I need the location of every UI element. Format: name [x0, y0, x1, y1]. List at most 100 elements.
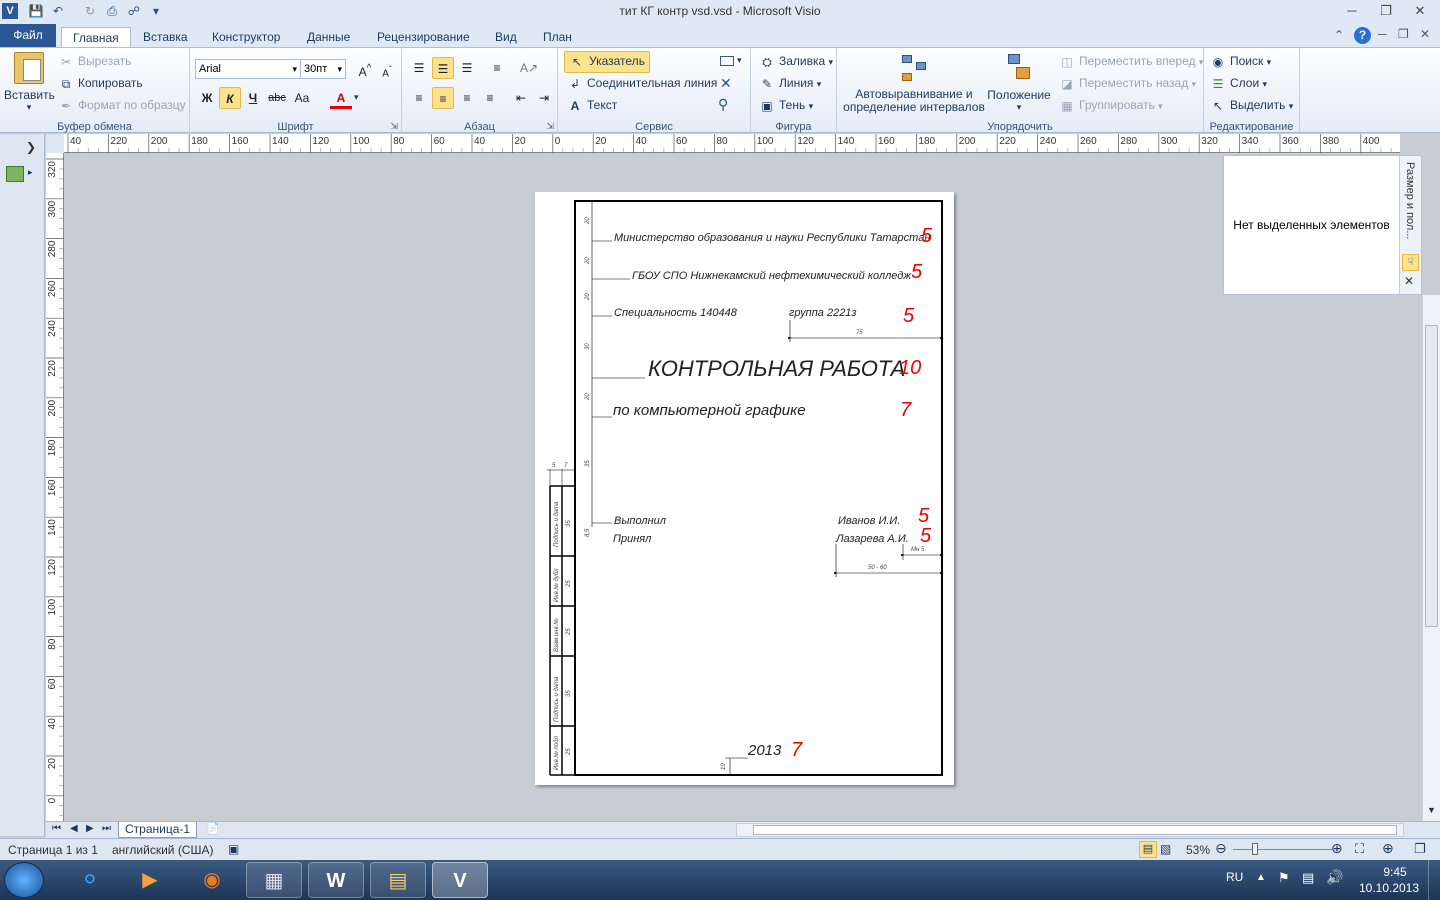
underline-button[interactable]: Ч — [242, 87, 264, 109]
zoom-out-icon[interactable]: ⊖ — [1215, 840, 1227, 857]
copy-button[interactable]: ⧉ Копировать — [58, 76, 143, 92]
font-color-button[interactable]: A — [330, 87, 352, 109]
select-button[interactable]: ↖ Выделить ▾ — [1210, 98, 1293, 114]
text-tool-button[interactable]: A Текст — [567, 98, 618, 114]
vertical-scrollbar[interactable]: ▼ — [1422, 295, 1440, 821]
shadow-button[interactable]: ▣ Тень ▾ — [759, 98, 813, 114]
doc-close-icon[interactable]: ✕ — [1420, 27, 1430, 41]
font-size-select[interactable]: 30пт ▾ — [300, 59, 346, 79]
rectangle-dropdown-icon[interactable]: ▾ — [737, 55, 742, 66]
pin-icon[interactable]: ☟ — [1402, 254, 1419, 271]
cut-button[interactable]: ✂ Вырезать — [58, 54, 131, 70]
align-center-icon[interactable]: ≡ — [432, 87, 454, 109]
help-icon[interactable]: ? — [1354, 27, 1371, 44]
explorer-icon[interactable]: ▤ — [370, 862, 426, 898]
show-hidden-icons-icon[interactable]: ▲ — [1256, 872, 1266, 883]
calculator-icon[interactable]: ▦ — [246, 862, 302, 898]
paste-button[interactable]: Вставить ▾ — [4, 52, 55, 114]
shrink-font-icon[interactable]: Aˇ — [376, 58, 398, 80]
text-direction-icon[interactable]: A↗ — [518, 57, 540, 79]
tab-review[interactable]: Рецензирование — [366, 27, 481, 48]
font-color-dropdown-icon[interactable]: ▾ — [354, 92, 359, 103]
doc-restore-icon[interactable]: ❐ — [1398, 27, 1409, 41]
group-button[interactable]: ▦ Группировать ▾ — [1059, 98, 1162, 114]
align-right-icon[interactable]: ≡ — [456, 87, 478, 109]
tab-plan[interactable]: План — [532, 27, 583, 48]
font-dialog-launcher-icon[interactable]: ⇲ — [390, 121, 398, 132]
minimize-icon[interactable]: ─ — [1338, 2, 1366, 20]
tab-data[interactable]: Данные — [296, 27, 361, 48]
clock-date[interactable]: 10.10.2013 — [1356, 881, 1422, 895]
first-page-icon[interactable]: ⏮ — [52, 823, 61, 834]
volume-icon[interactable]: 🔊 — [1326, 869, 1343, 886]
align-bottom-icon[interactable]: ☰ — [456, 57, 478, 79]
font-name-select[interactable]: Arial ▾ — [195, 59, 301, 79]
maximize-icon[interactable]: ❐ — [1372, 2, 1400, 20]
media-player-icon[interactable]: ▶ — [122, 862, 178, 898]
action-center-icon[interactable]: ⚑ — [1278, 870, 1290, 886]
insert-page-icon[interactable]: 📄 — [206, 822, 220, 835]
close-panel-icon[interactable]: ✕ — [1404, 274, 1414, 288]
scroll-thumb[interactable] — [1425, 325, 1438, 627]
fit-window-icon[interactable]: ⛶ — [1355, 841, 1364, 857]
clock-time[interactable]: 9:45 — [1368, 865, 1422, 879]
word-icon[interactable]: W — [308, 862, 364, 898]
find-button[interactable]: ◉ Поиск ▾ — [1210, 54, 1271, 70]
grow-font-icon[interactable]: A^ — [354, 58, 376, 80]
internet-explorer-icon[interactable]: ⚪ — [62, 862, 118, 898]
format-painter-button[interactable]: ✒ Формат по образцу — [58, 98, 186, 114]
layers-button[interactable]: ☰ Слои ▾ — [1210, 76, 1267, 92]
last-page-icon[interactable]: ⏭ — [102, 823, 111, 834]
rectangle-tool-icon[interactable] — [720, 56, 734, 66]
tab-view[interactable]: Вид — [484, 27, 528, 48]
network-icon[interactable]: ▤ — [1302, 870, 1314, 886]
scroll-down-icon[interactable]: ▼ — [1427, 805, 1436, 815]
position-button[interactable]: Положение ▾ — [987, 52, 1051, 113]
tab-home[interactable]: Главная — [61, 27, 131, 48]
bold-button[interactable]: Ж — [196, 87, 218, 109]
change-case-button[interactable]: Aa — [290, 87, 314, 109]
close-icon[interactable]: ✕ — [1406, 2, 1434, 20]
align-top-icon[interactable]: ☰ — [408, 57, 430, 79]
increase-indent-icon[interactable]: ⇥ — [533, 87, 555, 109]
show-desktop-button[interactable] — [1428, 860, 1440, 900]
presentation-icon[interactable]: ▧ — [1160, 842, 1171, 856]
fill-button[interactable]: ⛭ Заливка ▾ — [759, 54, 833, 70]
strikethrough-button[interactable]: abc — [266, 87, 288, 109]
stencil-icon[interactable] — [6, 166, 24, 182]
macro-record-icon[interactable]: ▣ — [228, 842, 239, 856]
connection-point-icon[interactable]: ⚲ — [718, 96, 728, 113]
bring-forward-button[interactable]: ◫ Переместить вперед ▾ — [1059, 54, 1203, 70]
prev-page-icon[interactable]: ◀ — [70, 823, 78, 834]
italic-button[interactable]: К — [219, 87, 241, 109]
zoom-level[interactable]: 53% — [1186, 843, 1210, 857]
fit-page-icon[interactable]: ▤ — [1139, 841, 1157, 858]
page-count[interactable]: Страница 1 из 1 — [8, 843, 98, 857]
ribbon-collapse-icon[interactable]: ⌃ — [1334, 28, 1350, 42]
language-status[interactable]: английский (США) — [112, 843, 213, 857]
tab-insert[interactable]: Вставка — [132, 27, 199, 48]
page-tab[interactable]: Страница-1 — [118, 822, 198, 838]
decrease-indent-icon[interactable]: ⇤ — [510, 87, 532, 109]
stencil-arrow-icon[interactable]: ▸ — [28, 167, 33, 178]
zoom-slider[interactable] — [1233, 843, 1333, 855]
drawing-page[interactable]: Подпись и дата Инв.№ дубл Взам.инв.№ Под… — [535, 192, 954, 785]
connector-tool-button[interactable]: ↲ Соединительная линия — [567, 76, 717, 92]
tab-file[interactable]: Файл — [0, 24, 56, 47]
zoom-in-icon[interactable]: ⊕ — [1331, 840, 1343, 857]
justify-icon[interactable]: ≡ — [479, 87, 501, 109]
line-button[interactable]: ✎ Линия ▾ — [759, 76, 821, 92]
start-button[interactable] — [4, 862, 44, 898]
expand-shapes-icon[interactable]: ❯ — [26, 140, 36, 154]
bullets-icon[interactable]: ≡ — [486, 57, 508, 79]
pointer-tool-button[interactable]: ↖ Указатель — [564, 51, 650, 73]
language-indicator[interactable]: RU — [1226, 870, 1243, 884]
align-middle-icon[interactable]: ☰ — [432, 57, 454, 79]
doc-minimize-icon[interactable]: ─ — [1378, 27, 1387, 41]
delete-connection-icon[interactable]: ✕ — [720, 75, 732, 92]
h-scroll-thumb[interactable] — [753, 825, 1397, 835]
visio-taskbar-icon[interactable]: V — [432, 862, 488, 898]
tab-design[interactable]: Конструктор — [201, 27, 291, 48]
pan-zoom-icon[interactable]: ⊕ — [1382, 840, 1394, 857]
horizontal-scrollbar[interactable] — [736, 823, 1404, 837]
